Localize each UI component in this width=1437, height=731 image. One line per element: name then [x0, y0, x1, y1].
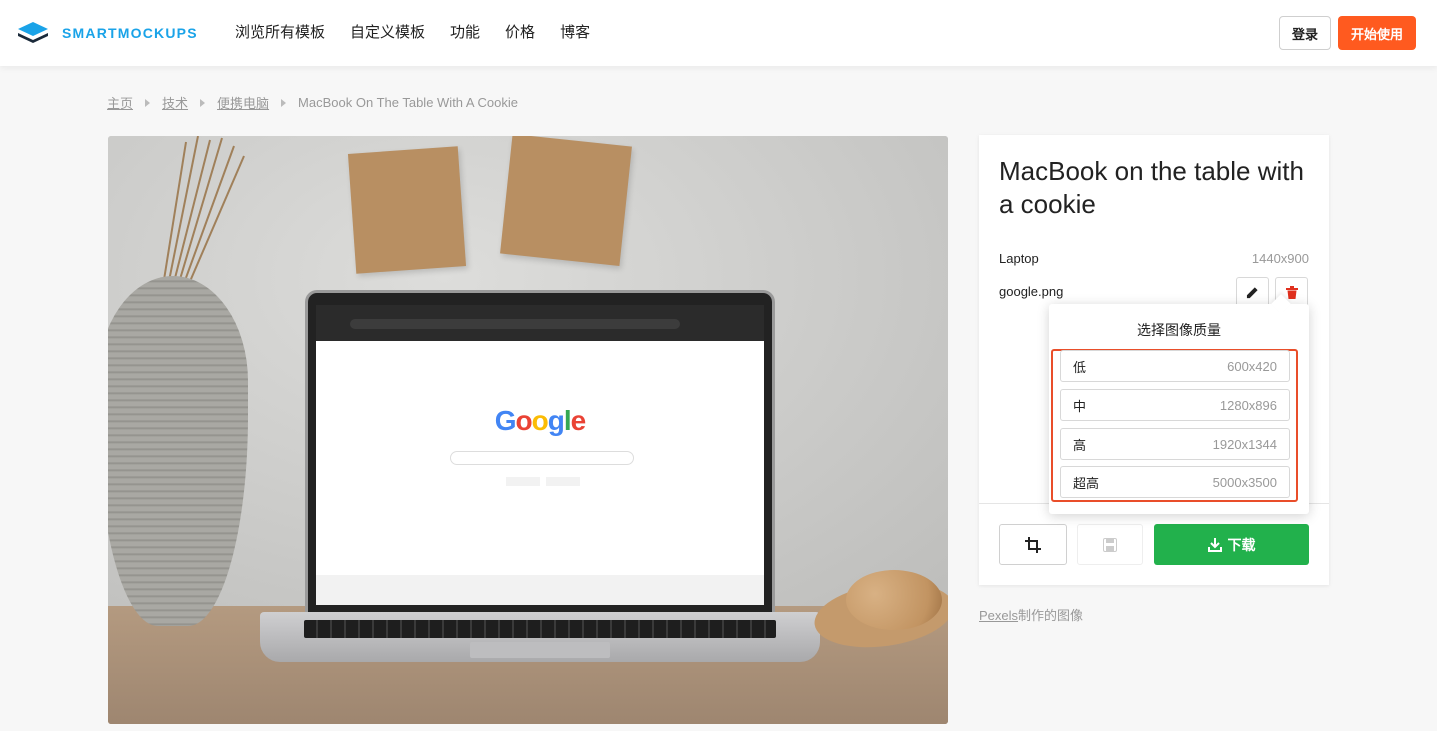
image-credit: Pexels制作的图像	[979, 605, 1083, 624]
nav-pricing[interactable]: 价格	[505, 22, 535, 44]
breadcrumb-separator-icon	[200, 98, 206, 107]
download-button[interactable]: 下载	[1154, 524, 1309, 565]
breadcrumb-separator-icon	[281, 98, 287, 107]
mockup-preview-image[interactable]: Google	[108, 136, 948, 724]
breadcrumb-home[interactable]: 主页	[107, 93, 133, 112]
quality-option-size: 600x420	[1227, 358, 1277, 374]
get-started-button[interactable]: 开始使用	[1338, 16, 1416, 50]
device-resolution: 1440x900	[1251, 251, 1309, 266]
cookie	[846, 570, 942, 630]
quality-option-label: 高	[1073, 437, 1087, 453]
main-nav: 浏览所有模板 自定义模板 功能 价格 博客	[235, 22, 615, 44]
quality-option-size: 5000x3500	[1212, 474, 1277, 490]
nav-browse-templates[interactable]: 浏览所有模板	[235, 22, 325, 44]
pexels-link[interactable]: Pexels	[979, 608, 1018, 623]
top-header: SMARTMOCKUPS 浏览所有模板 自定义模板 功能 价格 博客 登录 开始…	[0, 0, 1437, 66]
image-quality-dropdown: 选择图像质量 低 600x420 中 1280x896 高 1920x1344 …	[1049, 294, 1309, 514]
sticky-note	[347, 146, 467, 274]
breadcrumb-current: MacBook On The Table With A Cookie	[298, 95, 518, 110]
breadcrumb-tech[interactable]: 技术	[162, 93, 188, 112]
logo-icon	[18, 22, 48, 44]
mockup-title: MacBook on the table with a cookie	[999, 156, 1304, 219]
breadcrumb-separator-icon	[145, 98, 151, 107]
quality-option-low[interactable]: 低 600x420	[1060, 350, 1290, 382]
brand-name: SMARTMOCKUPS	[62, 25, 198, 41]
sticky-note	[500, 136, 632, 266]
nav-custom-templates[interactable]: 自定义模板	[350, 22, 425, 44]
vase	[108, 276, 248, 626]
quality-option-ultra[interactable]: 超高 5000x3500	[1060, 466, 1290, 498]
brand-logo[interactable]: SMARTMOCKUPS	[18, 22, 198, 44]
laptop-screen: Google	[316, 305, 764, 605]
browser-url-bar	[350, 319, 680, 329]
download-label: 下载	[1227, 536, 1256, 553]
save-button[interactable]	[1077, 524, 1143, 565]
dropdown-title: 选择图像质量	[1137, 322, 1221, 338]
save-icon	[1103, 537, 1117, 552]
laptop-lid: Google	[305, 290, 775, 615]
quality-option-size: 1920x1344	[1212, 436, 1277, 452]
credit-suffix: 制作的图像	[1018, 608, 1084, 623]
dried-sticks	[162, 136, 245, 286]
breadcrumb: 主页 技术 便携电脑 MacBook On The Table With A C…	[107, 93, 518, 112]
quality-option-label: 低	[1073, 359, 1087, 375]
login-button[interactable]: 登录	[1279, 16, 1331, 50]
breadcrumb-laptop[interactable]: 便携电脑	[217, 93, 269, 112]
google-button	[546, 477, 580, 486]
quality-option-medium[interactable]: 中 1280x896	[1060, 389, 1290, 421]
quality-option-label: 超高	[1073, 475, 1100, 491]
google-footer	[316, 575, 764, 605]
quality-option-label: 中	[1073, 398, 1087, 414]
uploaded-file-name: google.png	[999, 284, 1064, 299]
browser-bar	[316, 305, 764, 341]
pencil-icon	[1246, 287, 1258, 299]
crop-icon	[1025, 536, 1041, 553]
google-button	[506, 477, 540, 486]
nav-blog[interactable]: 博客	[560, 22, 590, 44]
device-type: Laptop	[999, 251, 1039, 266]
crop-button[interactable]	[999, 524, 1067, 565]
trash-icon	[1285, 286, 1298, 299]
google-search-box	[450, 451, 634, 465]
laptop-keyboard	[304, 620, 776, 638]
nav-features[interactable]: 功能	[450, 22, 480, 44]
laptop-trackpad	[470, 642, 610, 658]
laptop-base	[260, 612, 820, 662]
quality-option-size: 1280x896	[1219, 397, 1277, 413]
quality-option-high[interactable]: 高 1920x1344	[1060, 428, 1290, 460]
download-icon	[1207, 537, 1222, 552]
google-logo: Google	[494, 405, 586, 436]
